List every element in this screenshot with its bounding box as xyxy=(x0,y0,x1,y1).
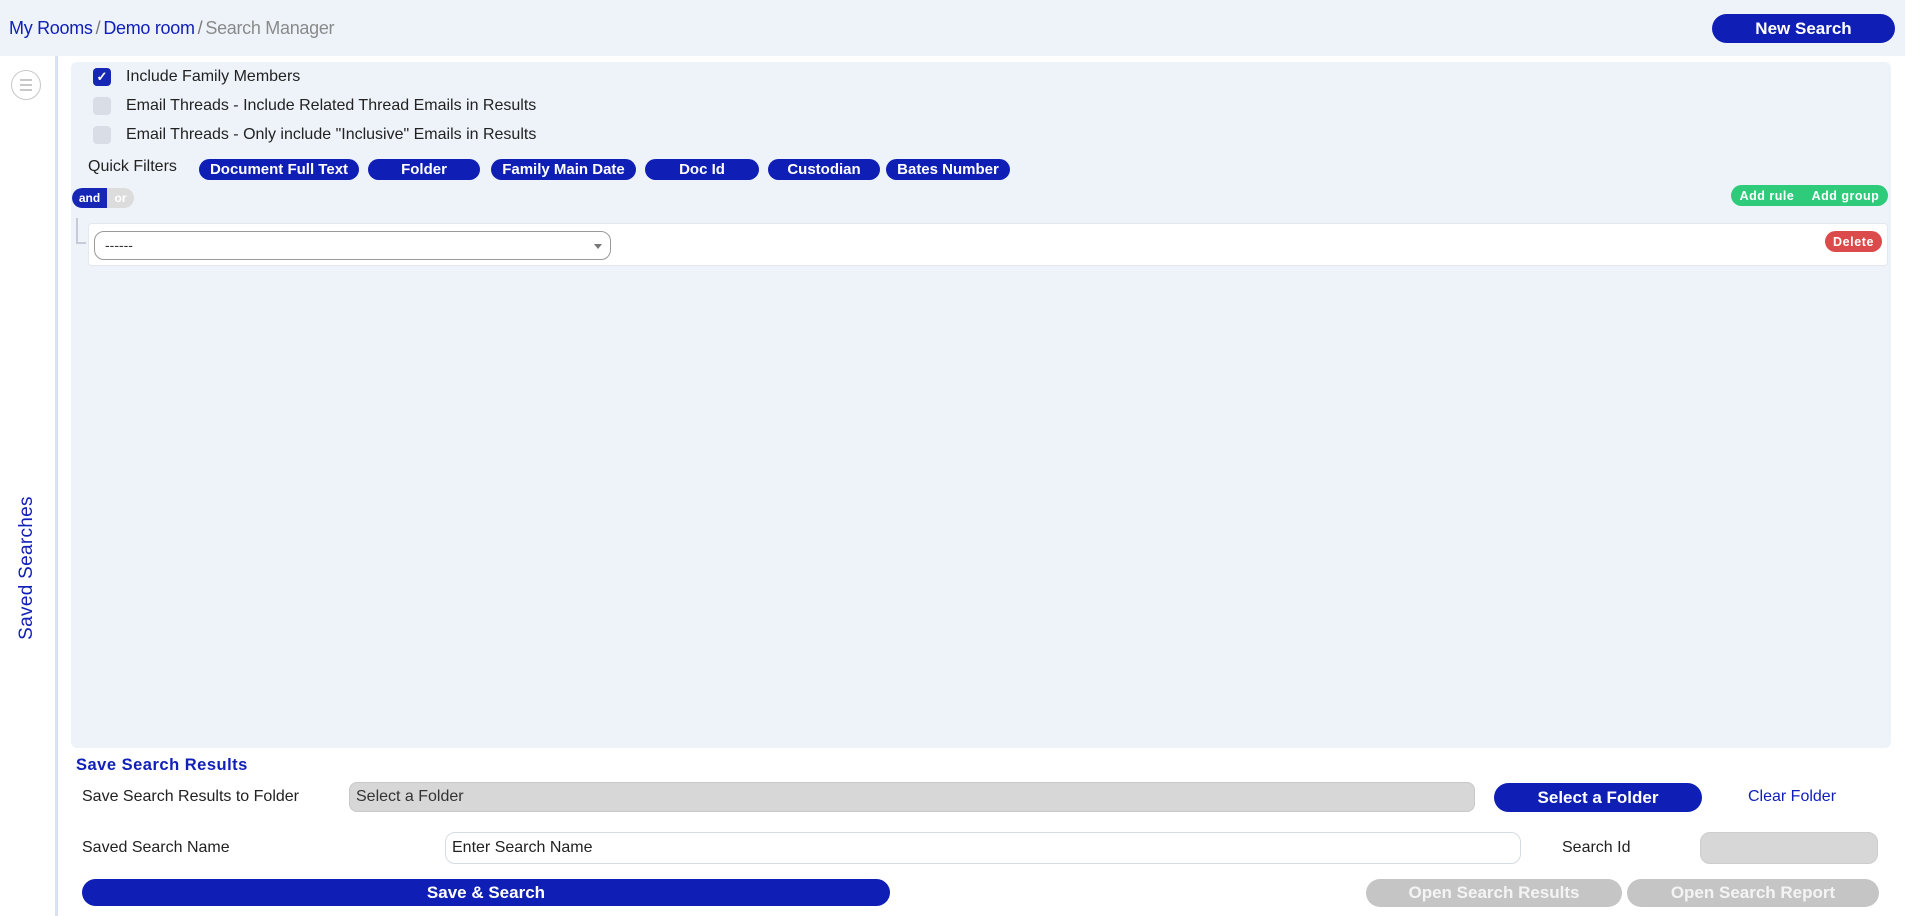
option-only-inclusive-emails[interactable]: Email Threads - Only include "Inclusive"… xyxy=(93,125,536,145)
condition-toggle: and or xyxy=(72,188,134,208)
saved-searches-tab[interactable]: Saved Searches xyxy=(16,496,38,640)
quick-filter-bates-number[interactable]: Bates Number xyxy=(886,159,1010,180)
breadcrumb: My Rooms / Demo room / Search Manager xyxy=(9,18,335,39)
hamburger-circle-icon[interactable] xyxy=(11,70,41,100)
option-label: Include Family Members xyxy=(126,68,301,85)
save-to-folder-label: Save Search Results to Folder xyxy=(82,788,299,805)
breadcrumb-my-rooms[interactable]: My Rooms xyxy=(9,18,93,38)
left-rail: Saved Searches xyxy=(0,56,58,916)
top-bar: My Rooms / Demo room / Search Manager New Se… xyxy=(0,0,1905,56)
save-search-results-title: Save Search Results xyxy=(76,756,248,774)
search-id-field xyxy=(1700,832,1878,864)
quick-filter-folder[interactable]: Folder xyxy=(368,159,480,180)
add-rule-button[interactable]: Add rule xyxy=(1740,189,1795,203)
open-search-results-button[interactable]: Open Search Results xyxy=(1366,879,1622,907)
saved-search-name-label: Saved Search Name xyxy=(82,839,230,856)
search-builder-panel: ✓ Include Family Members Email Threads -… xyxy=(71,62,1891,748)
quick-filter-document-full-text[interactable]: Document Full Text xyxy=(199,159,359,180)
rule-field-value: ------ xyxy=(105,237,133,253)
checkbox-unchecked[interactable] xyxy=(93,97,111,115)
clear-folder-link[interactable]: Clear Folder xyxy=(1748,788,1836,806)
quick-filter-custodian[interactable]: Custodian xyxy=(768,159,880,180)
quick-filters-label: Quick Filters xyxy=(88,158,177,175)
breadcrumb-demo-room[interactable]: Demo room xyxy=(103,18,195,38)
quick-filter-doc-id[interactable]: Doc Id xyxy=(645,159,759,180)
condition-and-button[interactable]: and xyxy=(72,188,107,208)
condition-or-button[interactable]: or xyxy=(107,188,134,208)
option-include-related-thread-emails[interactable]: Email Threads - Include Related Thread E… xyxy=(93,96,536,116)
breadcrumb-separator: / xyxy=(197,18,203,38)
rule-tree-connector xyxy=(76,218,86,244)
checkbox-checked[interactable]: ✓ xyxy=(93,68,111,86)
search-id-label: Search Id xyxy=(1562,839,1631,856)
new-search-button[interactable]: New Search xyxy=(1712,14,1895,43)
save-and-search-button[interactable]: Save & Search xyxy=(82,879,890,906)
select-folder-button[interactable]: Select a Folder xyxy=(1494,783,1702,812)
quick-filter-family-main-date[interactable]: Family Main Date xyxy=(491,159,636,180)
option-include-family-members[interactable]: ✓ Include Family Members xyxy=(93,67,300,87)
folder-field[interactable]: Select a Folder xyxy=(349,782,1475,812)
option-label: Email Threads - Include Related Thread E… xyxy=(126,97,537,114)
checkbox-unchecked[interactable] xyxy=(93,126,111,144)
breadcrumb-current: Search Manager xyxy=(205,18,335,38)
rule-row: ------ Delete xyxy=(88,223,1888,266)
rule-field-select[interactable]: ------ xyxy=(94,231,611,260)
add-rule-group-buttons: Add rule Add group xyxy=(1731,185,1888,206)
saved-search-name-input[interactable] xyxy=(445,832,1521,864)
breadcrumb-separator: / xyxy=(95,18,101,38)
delete-rule-button[interactable]: Delete xyxy=(1825,231,1882,252)
open-search-report-button[interactable]: Open Search Report xyxy=(1627,879,1879,907)
chevron-down-icon xyxy=(594,244,602,249)
add-group-button[interactable]: Add group xyxy=(1812,189,1880,203)
option-label: Email Threads - Only include "Inclusive"… xyxy=(126,126,537,143)
